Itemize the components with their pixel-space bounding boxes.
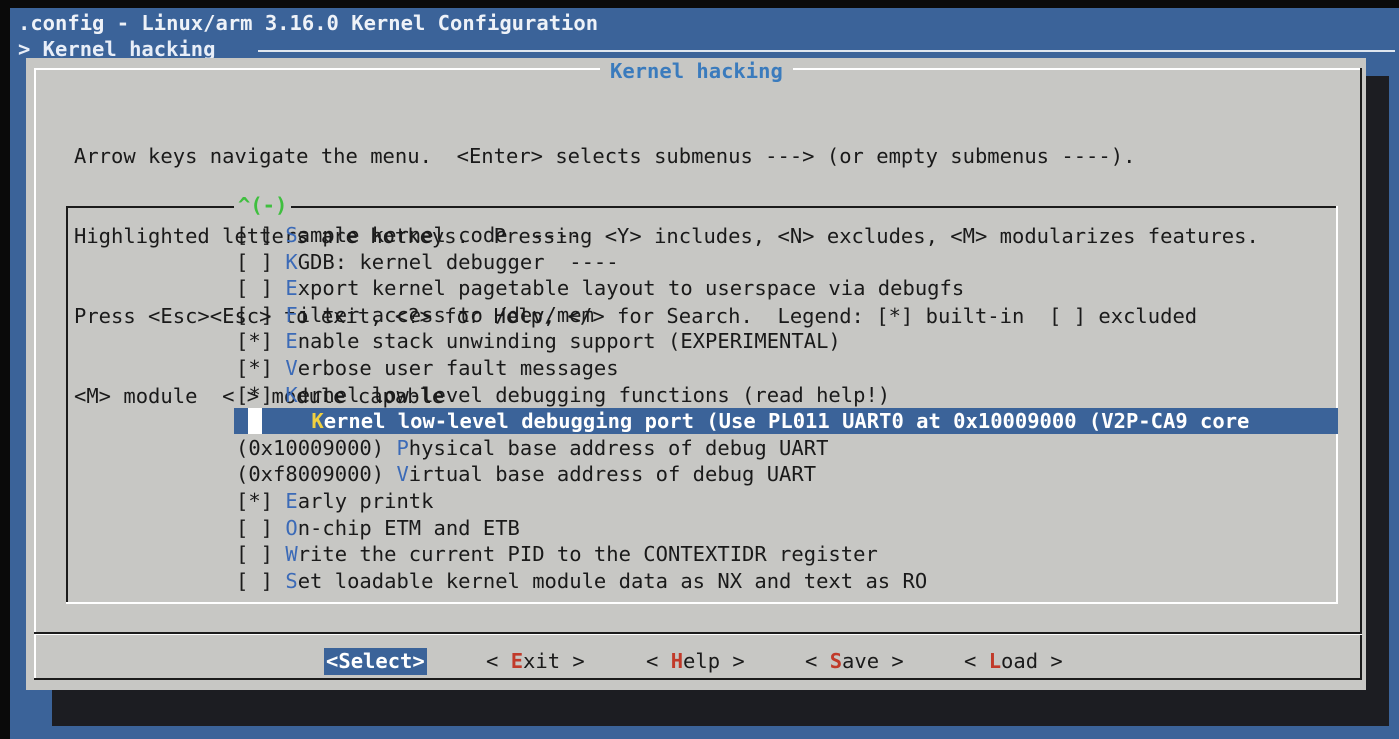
- menu-border-right: [1336, 206, 1338, 604]
- hotkey: O: [285, 515, 298, 540]
- button-separator-highlight: [34, 634, 1362, 635]
- hotkey: S: [285, 568, 298, 593]
- hotkey: K: [285, 249, 298, 274]
- dialog-border-right: [1360, 68, 1362, 680]
- hotkey: K: [285, 382, 298, 407]
- hotkey: E: [285, 276, 298, 301]
- menu-border-bottom: [66, 602, 1338, 604]
- hotkey: F: [285, 302, 298, 327]
- menu-item-low-level-debugging[interactable]: [*] Kernel low-level debugging functions…: [236, 382, 890, 408]
- menu-item-module-nx-ro[interactable]: [ ] Set loadable kernel module data as N…: [236, 568, 927, 594]
- exit-button[interactable]: < Exit >: [486, 648, 585, 675]
- scroll-up-indicator[interactable]: ^(-): [234, 192, 292, 219]
- menu-item-early-printk[interactable]: [*] Early printk: [236, 488, 433, 514]
- menu-item-virtual-base-address[interactable]: (0xf8009000) Virtual base address of deb…: [236, 461, 816, 487]
- dialog-border-left: [34, 68, 36, 680]
- hotkey: K: [311, 409, 324, 434]
- menu-item-on-chip-etm[interactable]: [ ] On-chip ETM and ETB: [236, 515, 520, 541]
- hotkey: P: [396, 435, 409, 460]
- load-button[interactable]: < Load >: [964, 648, 1063, 675]
- menu-item-contextidr-pid[interactable]: [ ] Write the current PID to the CONTEXT…: [236, 541, 878, 567]
- window-title: .config - Linux/arm 3.16.0 Kernel Config…: [18, 11, 599, 35]
- menu-border-left: [66, 206, 68, 604]
- menu-item-sample-kernel-code[interactable]: [ ] Sample kernel code ----: [236, 222, 582, 248]
- cursor-block: [248, 408, 262, 435]
- menu-list[interactable]: ^(-) [ ] Sample kernel code ---- [ ] KGD…: [66, 192, 1338, 604]
- dialog-border-bottom: [34, 678, 1362, 680]
- hotkey: S: [285, 223, 298, 247]
- hotkey: V: [285, 356, 298, 380]
- select-button[interactable]: <Select>: [324, 648, 427, 675]
- menu-item-verbose-user-fault[interactable]: [*] Verbose user fault messages: [236, 355, 619, 381]
- menu-item-filter-dev-mem[interactable]: [ ] Filter access to /dev/mem: [236, 302, 594, 328]
- hotkey: V: [396, 462, 409, 487]
- breadcrumb-rule: [258, 50, 1395, 52]
- hotkey: E: [285, 489, 298, 513]
- hotkey: W: [285, 542, 298, 567]
- save-button[interactable]: < Save >: [805, 648, 904, 675]
- button-bar: <Select> < Exit > < Help > < Save > < Lo…: [26, 648, 1366, 675]
- menu-item-kgdb[interactable]: [ ] KGDB: kernel debugger ----: [236, 249, 619, 275]
- hotkey: E: [285, 329, 298, 354]
- help-button[interactable]: < Help >: [646, 648, 745, 675]
- kernel-hacking-dialog: Kernel hacking Arrow keys navigate the m…: [26, 58, 1366, 690]
- dialog-title: Kernel hacking: [600, 58, 793, 85]
- menu-item-stack-unwinding[interactable]: [*] Enable stack unwinding support (EXPE…: [236, 328, 841, 354]
- menu-item-physical-base-address[interactable]: (0x10009000) Physical base address of de…: [236, 435, 828, 461]
- menu-item-debugging-port-selected[interactable]: Kernel low-level debugging port (Use PL0…: [234, 408, 1338, 435]
- help-line: Arrow keys navigate the menu. <Enter> se…: [74, 144, 1136, 169]
- menu-item-export-pagetable[interactable]: [ ] Export kernel pagetable layout to us…: [236, 275, 964, 301]
